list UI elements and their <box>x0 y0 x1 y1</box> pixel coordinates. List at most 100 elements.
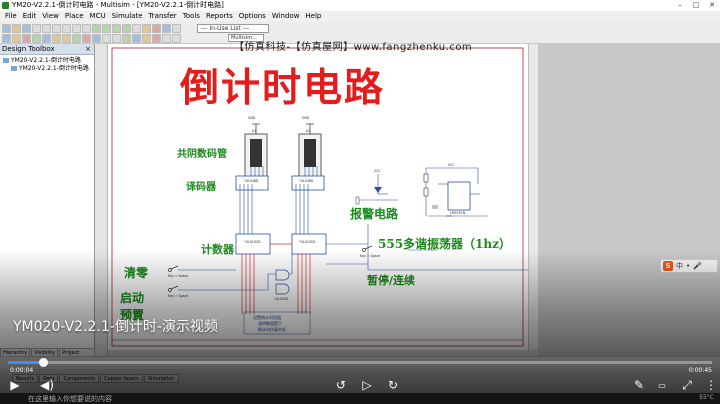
vcc-label-alarm: VCC <box>374 169 381 173</box>
preset-note-1: 设置倒计时初值 <box>253 314 281 320</box>
menu-simulate[interactable]: Simulate <box>109 11 146 22</box>
fullscreen-icon[interactable] <box>132 24 141 33</box>
menu-mcu[interactable]: MCU <box>87 11 109 22</box>
new-file-icon[interactable] <box>2 24 11 33</box>
diode-component-icon[interactable] <box>22 34 31 43</box>
subtitle-bar: 在这里输入你想要说的内容 55°C <box>0 393 720 404</box>
vcc-label-1: GND <box>248 116 256 120</box>
menu-place[interactable]: Place <box>62 11 87 22</box>
video-title: YM020-V2.2.1-倒计时-演示视频 <box>13 319 218 335</box>
label-alarm: 报警电路 <box>350 207 399 221</box>
timer-555-chip <box>447 181 471 211</box>
ttl-component-icon[interactable] <box>52 34 61 43</box>
counter-left-chip <box>235 233 271 255</box>
cmos-component-icon[interactable] <box>62 34 71 43</box>
maximize-button[interactable]: □ <box>688 0 704 11</box>
counter-label-2: 74LS192D <box>299 240 316 244</box>
instrument-toolbar <box>95 44 108 356</box>
nand-gate-1 <box>275 269 290 281</box>
ime-toolbar[interactable]: S 中 • 🎤 <box>660 259 718 273</box>
hierarchical-block-icon[interactable] <box>162 34 171 43</box>
label-decoder: 译码器 <box>186 182 216 193</box>
copy-icon[interactable] <box>52 24 61 33</box>
microphone-icon[interactable]: 🎤 <box>693 262 702 270</box>
label-clear: 清零 <box>124 266 149 280</box>
zoom-fit-icon[interactable] <box>122 24 131 33</box>
postprocessor-icon[interactable] <box>162 24 171 33</box>
subtitle-text: 在这里输入你想要说的内容 <box>28 395 112 403</box>
window-title: YM20-V2.2.1-倒计时电路 - Multisim - [YM20-V2.… <box>12 1 224 9</box>
open-file-icon[interactable] <box>12 24 21 33</box>
settings-icon[interactable]: ▭ <box>655 379 669 393</box>
label-oscillator: 555多谐振荡器（1hz） <box>378 237 511 251</box>
workspace-background <box>538 44 720 364</box>
advanced-peripheral-icon[interactable] <box>122 34 131 43</box>
source-component-icon[interactable] <box>2 34 11 43</box>
basic-component-icon[interactable] <box>12 34 21 43</box>
tab-copper-layers[interactable]: Copper layers <box>100 374 143 383</box>
menu-view[interactable]: View <box>39 11 62 22</box>
in-use-list-dropdown[interactable]: --- In-Use List --- <box>197 24 269 33</box>
label-start: 启动 <box>120 291 145 305</box>
misc-digital-icon[interactable] <box>72 34 81 43</box>
tray-temperature: 55°C <box>699 394 714 401</box>
rewind-10-icon[interactable]: ↺ <box>334 378 348 392</box>
analog-component-icon[interactable] <box>42 34 51 43</box>
electromechanical-icon[interactable] <box>142 34 151 43</box>
zoom-area-icon[interactable] <box>112 24 121 33</box>
display-label-2: U2 <box>306 129 310 133</box>
undo-icon[interactable] <box>72 24 81 33</box>
more-icon[interactable]: ⋮ <box>704 378 718 392</box>
tab-simulation[interactable]: Simulation <box>143 374 179 383</box>
canvas-vertical-scrollbar[interactable] <box>528 44 538 350</box>
play-center-icon[interactable]: ▷ <box>360 378 374 392</box>
sogou-logo-icon: S <box>663 261 673 271</box>
rf-component-icon[interactable] <box>132 34 141 43</box>
zoom-in-icon[interactable] <box>92 24 101 33</box>
paste-icon[interactable] <box>62 24 71 33</box>
label-display: 共阴数码管 <box>177 149 227 160</box>
switch-clear <box>168 265 179 272</box>
electrical-rules-icon[interactable] <box>172 24 181 33</box>
tab-components[interactable]: Components <box>59 374 100 383</box>
zoom-out-icon[interactable] <box>102 24 111 33</box>
redo-icon[interactable] <box>82 24 91 33</box>
menu-file[interactable]: File <box>2 11 20 22</box>
misc-component-icon[interactable] <box>112 34 121 43</box>
indicator-component-icon[interactable] <box>92 34 101 43</box>
bus-icon[interactable] <box>172 34 181 43</box>
fullscreen-icon[interactable]: ⤢ <box>680 378 694 392</box>
play-icon[interactable]: ▶ <box>8 378 22 392</box>
power-component-icon[interactable] <box>102 34 111 43</box>
print-icon[interactable] <box>32 24 41 33</box>
menu-reports[interactable]: Reports <box>203 11 236 22</box>
pencil-icon[interactable]: ✎ <box>632 378 646 392</box>
menu-tools[interactable]: Tools <box>180 11 203 22</box>
menu-transfer[interactable]: Transfer <box>146 11 180 22</box>
mcu-component-icon[interactable] <box>152 34 161 43</box>
cut-icon[interactable] <box>42 24 51 33</box>
tree-item-project[interactable]: YM20-V2.2.1-倒计时电路 <box>3 57 94 65</box>
video-progress-bar[interactable] <box>8 358 712 367</box>
led-indicator <box>374 187 382 193</box>
ime-mode-chinese[interactable]: 中 <box>676 261 683 271</box>
tree-item-sheet[interactable]: YM20-V2.2.1-倒计时电路 <box>3 65 94 73</box>
volume-icon[interactable]: ◀) <box>40 378 54 392</box>
mixed-component-icon[interactable] <box>82 34 91 43</box>
grapher-icon[interactable] <box>142 24 151 33</box>
minimize-button[interactable]: – <box>672 0 688 11</box>
multisim-app-icon <box>2 2 9 9</box>
menu-options[interactable]: Options <box>236 11 269 22</box>
counter-label-1: 74LS192D <box>244 240 261 244</box>
ime-punctuation-icon[interactable]: • <box>686 262 690 270</box>
forward-10-icon[interactable]: ↻ <box>386 378 400 392</box>
menu-help[interactable]: Help <box>302 11 324 22</box>
record-icon[interactable] <box>152 24 161 33</box>
transistor-component-icon[interactable] <box>32 34 41 43</box>
close-button[interactable]: ✕ <box>704 0 720 11</box>
save-icon[interactable] <box>22 24 31 33</box>
menu-edit[interactable]: Edit <box>20 11 40 22</box>
menu-window[interactable]: Window <box>269 11 303 22</box>
close-icon[interactable]: × <box>85 44 91 55</box>
menu-bar: File Edit View Place MCU Simulate Transf… <box>0 11 720 22</box>
